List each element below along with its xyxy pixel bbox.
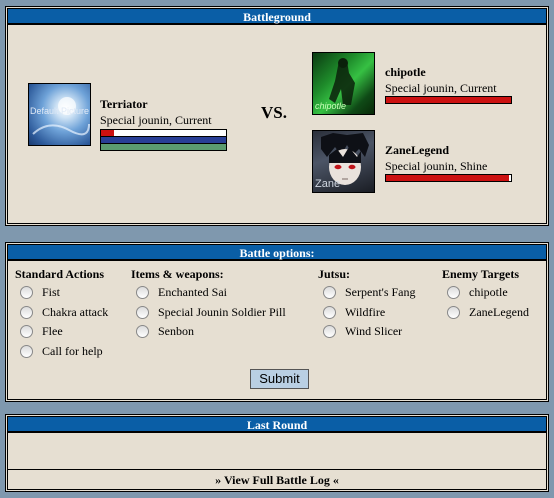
option-label: Wind Slicer xyxy=(345,324,403,339)
radio-button[interactable] xyxy=(136,305,149,319)
battle-options-title: Battle options: xyxy=(8,245,546,261)
battleground-title: Battleground xyxy=(8,9,546,25)
opponent-name-chipotle: chipotle xyxy=(385,65,426,79)
avatar-caption: Zane xyxy=(315,178,341,190)
submit-button[interactable]: Submit xyxy=(250,369,309,389)
option-soldier-pill[interactable]: Special Jounin Soldier Pill xyxy=(131,303,286,323)
option-label: ZaneLegend xyxy=(469,304,529,319)
radio-button[interactable] xyxy=(20,325,33,339)
last-round-panel: Last Round » View Full Battle Log « xyxy=(6,415,548,491)
enemy-targets-column: Enemy Targets chipotle ZaneLegend xyxy=(442,267,529,322)
radio-button[interactable] xyxy=(323,325,336,339)
option-label: Enchanted Sai xyxy=(158,285,227,300)
opponent-rank-chipotle: Special jounin, Current xyxy=(385,81,497,95)
battleground-panel: Battleground Default Picture Terriator S… xyxy=(6,7,548,225)
option-serpents-fang[interactable]: Serpent's Fang xyxy=(318,283,416,303)
jutsu-column: Jutsu: Serpent's Fang Wildfire Wind Slic… xyxy=(318,267,416,342)
player-avatar: Default Picture xyxy=(28,83,91,146)
player-stamina-bar xyxy=(100,143,227,151)
column-title: Enemy Targets xyxy=(442,267,520,281)
last-round-title: Last Round xyxy=(8,417,546,433)
radio-button[interactable] xyxy=(323,305,336,319)
column-title: Standard Actions xyxy=(15,267,105,281)
player-rank: Special jounin, Current xyxy=(100,113,212,127)
target-zanelegend[interactable]: ZaneLegend xyxy=(442,303,529,323)
option-chakra-attack[interactable]: Chakra attack xyxy=(15,303,108,323)
radio-button[interactable] xyxy=(20,305,33,319)
avatar-caption: chipotle xyxy=(315,101,347,111)
radio-button[interactable] xyxy=(20,344,33,358)
option-label: Special Jounin Soldier Pill xyxy=(158,304,286,319)
option-enchanted-sai[interactable]: Enchanted Sai xyxy=(131,283,286,303)
option-label: Serpent's Fang xyxy=(345,285,416,300)
option-call-for-help[interactable]: Call for help xyxy=(15,342,108,362)
option-wildfire[interactable]: Wildfire xyxy=(318,303,416,323)
option-label: Flee xyxy=(42,324,63,339)
view-full-battle-log-link[interactable]: » View Full Battle Log « xyxy=(8,469,546,489)
battle-options-panel: Battle options: Standard Actions Fist Ch… xyxy=(6,243,548,401)
radio-button[interactable] xyxy=(447,286,460,300)
option-flee[interactable]: Flee xyxy=(15,322,108,342)
avatar-caption: Default Picture xyxy=(29,106,90,116)
opponent-health-bar-zanelegend xyxy=(385,174,512,182)
player-name: Terriator xyxy=(100,97,148,111)
vs-label: VS. xyxy=(261,103,287,122)
opponent-avatar-zanelegend[interactable]: Zane xyxy=(312,130,375,193)
opponent-health-bar-chipotle xyxy=(385,96,512,104)
items-weapons-column: Items & weapons: Enchanted Sai Special J… xyxy=(131,267,286,342)
option-label: Senbon xyxy=(158,324,194,339)
column-title: Items & weapons: xyxy=(131,267,224,281)
option-label: Fist xyxy=(42,285,61,300)
radio-button[interactable] xyxy=(323,286,336,300)
standard-actions-column: Standard Actions Fist Chakra attack Flee… xyxy=(15,267,108,361)
option-label: Call for help xyxy=(42,343,103,358)
column-title: Jutsu: xyxy=(318,267,351,281)
radio-button[interactable] xyxy=(136,325,149,339)
option-wind-slicer[interactable]: Wind Slicer xyxy=(318,322,416,342)
opponent-name-zanelegend: ZaneLegend xyxy=(385,143,450,157)
radio-button[interactable] xyxy=(20,286,33,300)
radio-button[interactable] xyxy=(447,305,460,319)
option-label: Chakra attack xyxy=(42,304,109,319)
option-fist[interactable]: Fist xyxy=(15,283,108,303)
option-label: Wildfire xyxy=(345,304,386,319)
target-chipotle[interactable]: chipotle xyxy=(442,283,529,303)
opponent-avatar-chipotle[interactable]: chipotle xyxy=(312,52,375,115)
option-senbon[interactable]: Senbon xyxy=(131,322,286,342)
option-label: chipotle xyxy=(469,285,508,300)
radio-button[interactable] xyxy=(136,286,149,300)
opponent-rank-zanelegend: Special jounin, Shine xyxy=(385,159,488,173)
